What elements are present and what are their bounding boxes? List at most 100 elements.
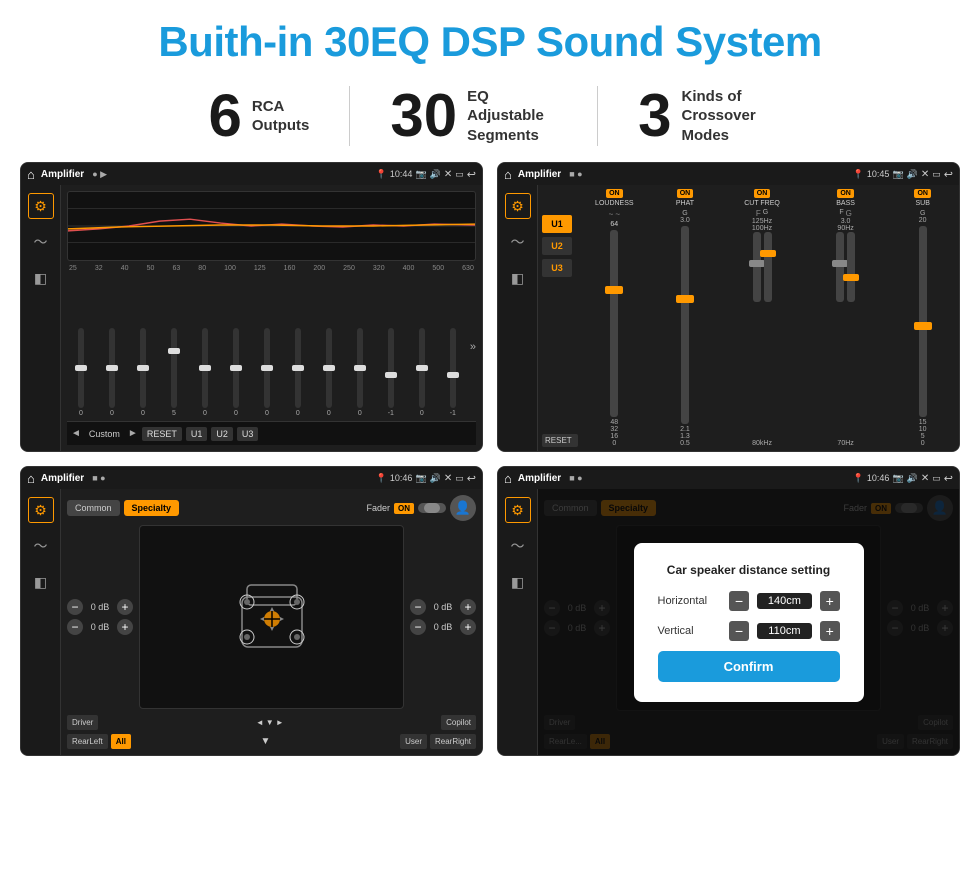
sub-column: ON SUB G 20 15 10 5 0 bbox=[890, 189, 955, 447]
db2-plus[interactable]: + bbox=[117, 619, 133, 635]
vertical-plus-btn[interactable]: + bbox=[820, 621, 840, 641]
eq-slider-4: 5 bbox=[160, 328, 188, 417]
xover-close-icon[interactable]: ✕ bbox=[921, 169, 929, 180]
eq-status-icons: 📍 10:44 📷 🔊 ✕ ▭ ↩ bbox=[376, 168, 476, 181]
eq-reset-btn[interactable]: RESET bbox=[142, 427, 182, 441]
crossover-icon-1[interactable]: ⚙ bbox=[505, 193, 531, 219]
zone-all[interactable]: All bbox=[111, 734, 131, 749]
db2-minus[interactable]: − bbox=[67, 619, 83, 635]
eq-icon-2[interactable]: 〜 bbox=[28, 229, 54, 255]
vertical-value: 110cm bbox=[757, 623, 812, 639]
eq-freq-63: 63 bbox=[172, 265, 180, 272]
fader-user-icon: 👤 bbox=[450, 495, 476, 521]
fader-back-icon[interactable]: ↩ bbox=[467, 472, 476, 485]
preset-u3[interactable]: U3 bbox=[542, 259, 572, 277]
eq-freq-40: 40 bbox=[121, 265, 129, 272]
bass-label: BASS bbox=[836, 200, 855, 207]
eq-slider-7: 0 bbox=[253, 328, 281, 417]
eq-time: 10:44 bbox=[390, 169, 413, 179]
sub-on-badge: ON bbox=[914, 189, 931, 198]
distance-icon-1[interactable]: ⚙ bbox=[505, 497, 531, 523]
fader-top-row: Common Specialty Fader ON 👤 bbox=[67, 495, 476, 521]
db3-minus[interactable]: − bbox=[410, 599, 426, 615]
preset-u2[interactable]: U2 bbox=[542, 237, 572, 255]
zone-copilot[interactable]: Copilot bbox=[441, 715, 476, 730]
fader-icon-1[interactable]: ⚙ bbox=[28, 497, 54, 523]
phat-column: ON PHAT G 3.0 2.1 1.3 0.5 bbox=[653, 189, 718, 447]
eq-u1-btn[interactable]: U1 bbox=[186, 427, 208, 441]
zone-down-arrow[interactable]: ▼ bbox=[266, 718, 274, 727]
db3-plus[interactable]: + bbox=[460, 599, 476, 615]
dist-close-icon[interactable]: ✕ bbox=[921, 473, 929, 484]
horizontal-minus-btn[interactable]: − bbox=[729, 591, 749, 611]
crossover-home-icon[interactable]: ⌂ bbox=[504, 167, 512, 182]
fader-status-bar: ⌂ Amplifier ■ ● 📍 10:46 📷 🔊 ✕ ▭ ↩ bbox=[21, 467, 482, 489]
distance-icon-2[interactable]: 〜 bbox=[505, 533, 531, 559]
eq-u2-btn[interactable]: U2 bbox=[211, 427, 233, 441]
zone-right-arrow[interactable]: ► bbox=[276, 718, 284, 727]
zone-rearleft[interactable]: RearLeft bbox=[67, 734, 108, 749]
distance-home-icon[interactable]: ⌂ bbox=[504, 471, 512, 486]
db4-plus[interactable]: + bbox=[460, 619, 476, 635]
crossover-icon-3[interactable]: ◧ bbox=[505, 265, 531, 291]
db4-minus[interactable]: − bbox=[410, 619, 426, 635]
eq-next-btn[interactable]: ► bbox=[128, 428, 138, 439]
distance-status-icons: 📍 10:46 📷 🔊 ✕ ▭ ↩ bbox=[853, 472, 953, 485]
preset-u1[interactable]: U1 bbox=[542, 215, 572, 233]
db-row-3: − 0 dB + bbox=[410, 599, 476, 615]
fader-tab-common[interactable]: Common bbox=[67, 500, 120, 516]
zone-user[interactable]: User bbox=[400, 734, 427, 749]
vertical-row: Vertical − 110cm + bbox=[658, 621, 840, 641]
eq-screen: ⌂ Amplifier ● ▶ 📍 10:44 📷 🔊 ✕ ▭ ↩ ⚙ 〜 ◧ bbox=[20, 162, 483, 452]
zone-left-arrow[interactable]: ◄ bbox=[256, 718, 264, 727]
crossover-reset-btn[interactable]: RESET bbox=[542, 434, 578, 447]
distance-icon-3[interactable]: ◧ bbox=[505, 569, 531, 595]
eq-prev-btn[interactable]: ◄ bbox=[71, 428, 81, 439]
eq-freq-400: 400 bbox=[403, 265, 415, 272]
crossover-status-bar: ⌂ Amplifier ■ ● 📍 10:45 📷 🔊 ✕ ▭ ↩ bbox=[498, 163, 959, 185]
car-svg bbox=[227, 567, 317, 667]
dist-camera-icon: 📷 bbox=[892, 473, 903, 484]
vertical-minus-btn[interactable]: − bbox=[729, 621, 749, 641]
cutfreq-on-badge: ON bbox=[754, 189, 771, 198]
eq-slider-3: 0 bbox=[129, 328, 157, 417]
zone-down-arrow-2[interactable]: ▼ bbox=[261, 736, 271, 747]
zone-driver[interactable]: Driver bbox=[67, 715, 98, 730]
fader-close-icon[interactable]: ✕ bbox=[444, 473, 452, 484]
dist-back-icon[interactable]: ↩ bbox=[944, 472, 953, 485]
eq-icon-1[interactable]: ⚙ bbox=[28, 193, 54, 219]
horizontal-value: 140cm bbox=[757, 593, 812, 609]
eq-slider-11: -1 bbox=[377, 328, 405, 417]
eq-slider-10: 0 bbox=[346, 328, 374, 417]
close-icon[interactable]: ✕ bbox=[444, 169, 452, 180]
fader-icon-2[interactable]: 〜 bbox=[28, 533, 54, 559]
screens-grid: ⌂ Amplifier ● ▶ 📍 10:44 📷 🔊 ✕ ▭ ↩ ⚙ 〜 ◧ bbox=[0, 162, 980, 756]
camera-icon: 📷 bbox=[415, 169, 426, 180]
crossover-icon-2[interactable]: 〜 bbox=[505, 229, 531, 255]
db-row-2: − 0 dB + bbox=[67, 619, 133, 635]
eq-more-icon[interactable]: » bbox=[470, 341, 476, 353]
eq-slider-5: 0 bbox=[191, 328, 219, 417]
db3-value: 0 dB bbox=[429, 602, 457, 612]
xover-back-icon[interactable]: ↩ bbox=[944, 168, 953, 181]
location-icon: 📍 bbox=[376, 169, 387, 180]
bass-column: ON BASS F G 3.0 90Hz bbox=[807, 189, 885, 447]
confirm-button[interactable]: Confirm bbox=[658, 651, 840, 682]
eq-freq-32: 32 bbox=[95, 265, 103, 272]
fader-slider[interactable] bbox=[418, 503, 446, 513]
home-icon[interactable]: ⌂ bbox=[27, 167, 35, 182]
fader-icon-3[interactable]: ◧ bbox=[28, 569, 54, 595]
eq-u3-btn[interactable]: U3 bbox=[237, 427, 259, 441]
db1-plus[interactable]: + bbox=[117, 599, 133, 615]
back-icon[interactable]: ↩ bbox=[467, 168, 476, 181]
horizontal-plus-btn[interactable]: + bbox=[820, 591, 840, 611]
eq-icon-3[interactable]: ◧ bbox=[28, 265, 54, 291]
zone-rearright[interactable]: RearRight bbox=[430, 734, 476, 749]
stat-crossover-label: Kinds ofCrossover Modes bbox=[682, 87, 772, 146]
fader-home-icon[interactable]: ⌂ bbox=[27, 471, 35, 486]
eq-status-bar: ⌂ Amplifier ● ▶ 📍 10:44 📷 🔊 ✕ ▭ ↩ bbox=[21, 163, 482, 185]
loudness-label: LOUDNESS bbox=[595, 200, 634, 207]
fader-tab-specialty[interactable]: Specialty bbox=[124, 500, 180, 516]
horizontal-row: Horizontal − 140cm + bbox=[658, 591, 840, 611]
db1-minus[interactable]: − bbox=[67, 599, 83, 615]
